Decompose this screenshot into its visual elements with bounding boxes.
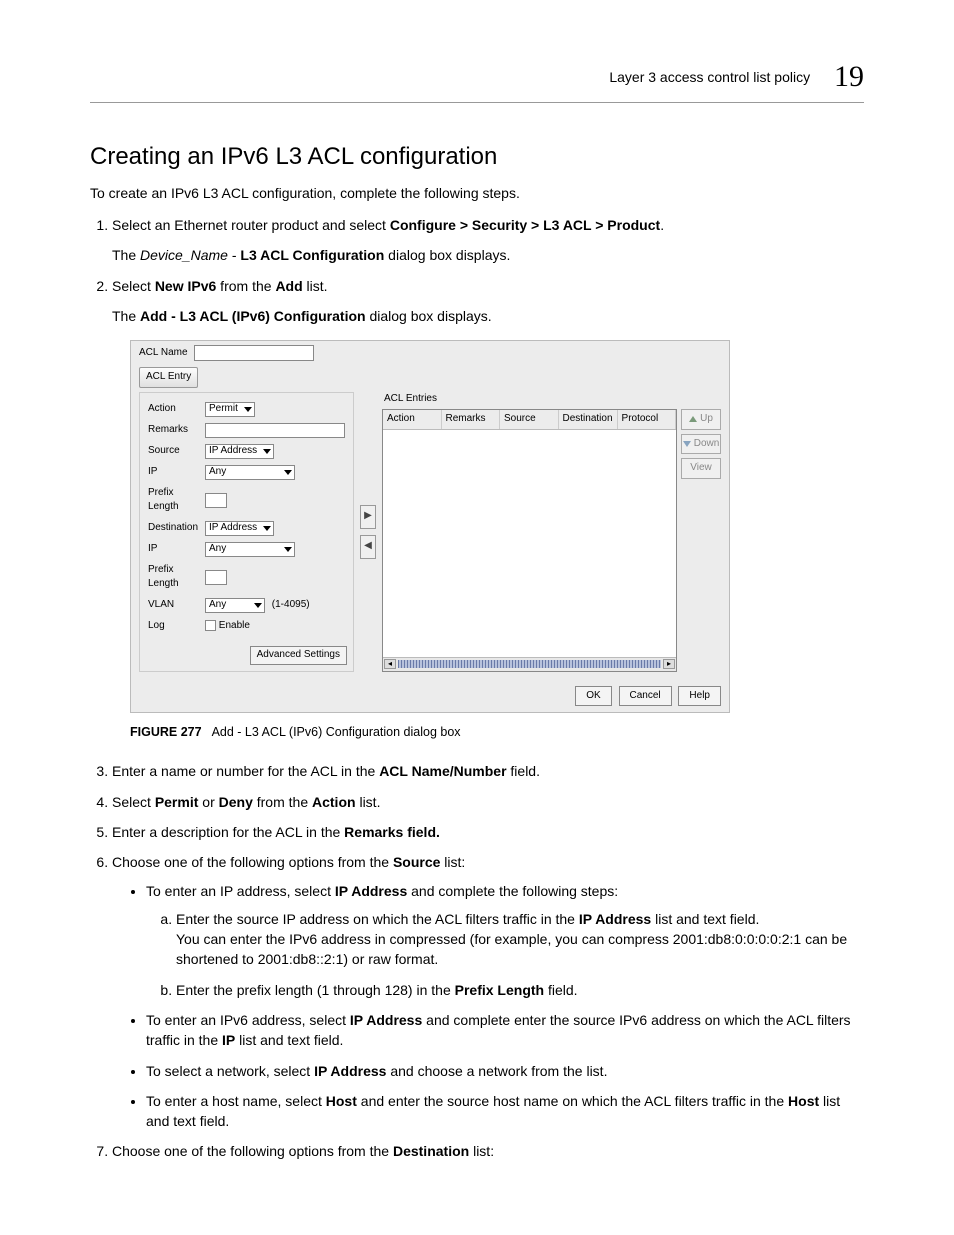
move-right-button[interactable]: ▶ xyxy=(360,505,376,529)
chapter-number: 19 xyxy=(834,60,864,94)
figure-caption: FIGURE 277Add - L3 ACL (IPv6) Configurat… xyxy=(130,723,864,741)
horizontal-scrollbar[interactable]: ◂ ▸ xyxy=(383,657,676,671)
destination-dropdown[interactable]: IP Address xyxy=(205,521,274,536)
log-checkbox[interactable] xyxy=(205,620,216,631)
step-1: Select an Ethernet router product and se… xyxy=(112,215,864,266)
step-7: Choose one of the following options from… xyxy=(112,1141,864,1161)
chevron-down-icon xyxy=(244,407,252,412)
move-left-button[interactable]: ◀ xyxy=(360,535,376,559)
scroll-left-icon[interactable]: ◂ xyxy=(384,659,396,669)
chevron-down-icon xyxy=(263,449,271,454)
move-down-button[interactable]: Down xyxy=(681,434,721,455)
page-header: Layer 3 access control list policy 19 xyxy=(90,60,864,103)
step-2: Select New IPv6 from the Add list. The A… xyxy=(112,276,864,742)
dest-prefix-input[interactable] xyxy=(205,570,227,585)
step-6-bullet-2: To enter an IPv6 address, select IP Addr… xyxy=(146,1010,864,1051)
source-prefix-input[interactable] xyxy=(205,493,227,508)
step-4: Select Permit or Deny from the Action li… xyxy=(112,792,864,812)
chevron-down-icon xyxy=(263,526,271,531)
source-ip-dropdown[interactable]: Any xyxy=(205,465,295,480)
step-6b: Enter the prefix length (1 through 128) … xyxy=(176,980,864,1000)
acl-config-dialog: ACL Name ACL Entry Action Permit xyxy=(130,340,730,713)
vlan-dropdown[interactable]: Any xyxy=(205,598,265,613)
remarks-input[interactable] xyxy=(205,423,345,438)
source-dropdown[interactable]: IP Address xyxy=(205,444,274,459)
scroll-right-icon[interactable]: ▸ xyxy=(663,659,675,669)
acl-entry-tab[interactable]: ACL Entry xyxy=(139,367,198,388)
acl-entries-panel: ACL Entries Action Remarks Source Destin… xyxy=(382,392,721,672)
chevron-down-icon xyxy=(254,603,262,608)
acl-name-label: ACL Name xyxy=(139,346,188,361)
entries-table[interactable]: Action Remarks Source Destination Protoc… xyxy=(382,409,677,672)
step-5: Enter a description for the ACL in the R… xyxy=(112,822,864,842)
steps-list: Select an Ethernet router product and se… xyxy=(90,215,864,1162)
move-up-button[interactable]: Up xyxy=(681,409,721,430)
acl-name-input[interactable] xyxy=(194,345,314,361)
triangle-down-icon xyxy=(683,441,691,447)
section-intro: To create an IPv6 L3 ACL configuration, … xyxy=(90,185,864,201)
triangle-up-icon xyxy=(689,416,697,422)
figure-dialog: ACL Name ACL Entry Action Permit xyxy=(130,340,864,713)
dest-ip-dropdown[interactable]: Any xyxy=(205,542,295,557)
chevron-down-icon xyxy=(284,547,292,552)
step-6a: Enter the source IP address on which the… xyxy=(176,909,864,970)
action-dropdown[interactable]: Permit xyxy=(205,402,255,417)
advanced-settings-button[interactable]: Advanced Settings xyxy=(250,646,347,665)
running-title: Layer 3 access control list policy xyxy=(609,69,810,85)
step-6: Choose one of the following options from… xyxy=(112,852,864,1131)
section-heading: Creating an IPv6 L3 ACL configuration xyxy=(90,143,864,171)
cancel-button[interactable]: Cancel xyxy=(619,686,672,707)
step-3: Enter a name or number for the ACL in th… xyxy=(112,761,864,781)
view-button[interactable]: View xyxy=(681,458,721,479)
transfer-buttons: ▶ ◀ xyxy=(358,392,378,672)
step-6-bullet-3: To select a network, select IP Address a… xyxy=(146,1061,864,1081)
acl-entry-panel: Action Permit Remarks Source IP Address xyxy=(139,392,354,672)
ok-button[interactable]: OK xyxy=(575,686,611,707)
dialog-footer: OK Cancel Help xyxy=(131,680,729,713)
step-6-bullet-1: To enter an IP address, select IP Addres… xyxy=(146,881,864,1000)
step-6-bullet-4: To enter a host name, select Host and en… xyxy=(146,1091,864,1132)
chevron-down-icon xyxy=(284,470,292,475)
help-button[interactable]: Help xyxy=(678,686,721,707)
